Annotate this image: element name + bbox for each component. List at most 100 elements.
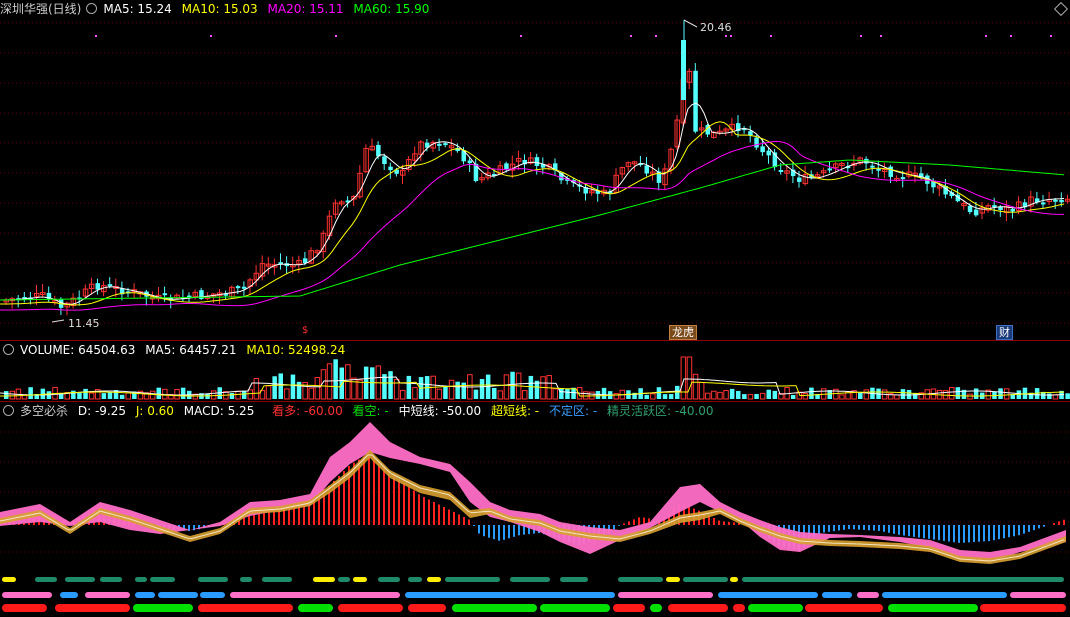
volume-bar-down [900, 389, 906, 399]
candle-down [900, 177, 906, 180]
candle-down [534, 157, 540, 167]
signal-pill [683, 577, 728, 582]
signal-pill [353, 577, 367, 582]
volume-bar-down [601, 387, 607, 399]
indicator-panel[interactable]: 多空必杀 D: -9.25 J: 0.60 MACD: 5.25 看多: -60… [0, 402, 1070, 617]
volume-bar-up [583, 391, 589, 400]
volume-bar-up [149, 390, 156, 400]
volume-bar-up [393, 378, 400, 400]
event-marker-dividend[interactable]: $ [300, 324, 310, 337]
signal-pill [100, 577, 122, 582]
collapse-icon[interactable] [3, 344, 14, 355]
candle-down [870, 165, 875, 168]
candle-down [443, 143, 448, 146]
candle-down [876, 168, 881, 171]
volume-bar-up [265, 385, 272, 400]
volume-bar-down [772, 390, 778, 399]
volume-bar-up [692, 373, 699, 400]
volume-bar-down [455, 381, 460, 399]
collapse-icon[interactable] [86, 3, 98, 14]
signal-dot [770, 35, 772, 37]
volume-bar-down [571, 387, 576, 399]
event-marker-dragon-tiger[interactable]: 龙虎 [669, 325, 697, 340]
volume-bar-down [107, 392, 113, 399]
volume-bar-up [253, 377, 260, 400]
volume-bar-down [742, 394, 747, 399]
indicator-chart[interactable] [0, 402, 1070, 617]
signal-dot [335, 35, 337, 37]
candle-down [241, 286, 247, 289]
signal-pill [650, 604, 662, 612]
signal-pill [338, 604, 403, 612]
candle-down [778, 170, 784, 173]
signal-pill [230, 592, 400, 598]
collapse-icon[interactable] [3, 405, 14, 416]
volume-bar-down [1047, 393, 1052, 399]
signal-pill [35, 577, 57, 582]
signal-pill [980, 604, 1066, 612]
signal-pill [378, 577, 400, 582]
signal-pill [65, 577, 95, 582]
volume-bar-down [736, 390, 741, 399]
volume-bar-down [119, 394, 125, 399]
ma60-value: MA60: 15.90 [353, 2, 430, 16]
candle-down [162, 293, 168, 296]
volume-bar-up [448, 379, 455, 400]
volume-bar-down [71, 390, 76, 399]
volume-bar-down [443, 386, 448, 399]
candle-down [107, 284, 113, 287]
candle-down [766, 150, 771, 156]
volume-bar-up [400, 389, 406, 400]
volume-bar-down [790, 394, 796, 399]
volume-bar-down [290, 374, 296, 399]
volume-bar-up [522, 390, 528, 400]
volume-ma10-value: MA10: 52498.24 [246, 343, 346, 357]
volume-bar-down [565, 388, 570, 399]
volume-bar-down [955, 387, 961, 399]
volume-bar-up [284, 388, 290, 400]
signal-pill [748, 604, 803, 612]
signal-dot [1050, 35, 1052, 37]
signal-pill [2, 604, 47, 612]
volume-bar-up [705, 392, 711, 400]
signal-pill [427, 577, 441, 582]
volume-bar-up [88, 392, 95, 400]
candle-down [967, 205, 973, 213]
signal-pill [405, 592, 615, 598]
signal-pill [718, 592, 818, 598]
event-marker-finance[interactable]: 财 [996, 325, 1013, 340]
indicator-header: 多空必杀 D: -9.25 J: 0.60 MACD: 5.25 看多: -60… [0, 402, 720, 420]
signal-pill [408, 604, 446, 612]
volume-bar-up [680, 356, 687, 400]
volume-bar-down [83, 388, 88, 399]
bear-value: 看空: - [352, 404, 389, 418]
signal-pill [55, 604, 130, 612]
signal-pill [262, 577, 292, 582]
price-panel[interactable]: 深圳华强(日线) MA5: 15.24 MA10: 15.03 MA20: 15.… [0, 0, 1070, 340]
volume-bar-up [1003, 388, 1010, 400]
ma60-line [0, 159, 1065, 301]
j-value: J: 0.60 [135, 404, 174, 418]
ma20-value: MA20: 15.11 [267, 2, 344, 16]
candle-down [1010, 208, 1015, 212]
signal-pill [200, 592, 225, 598]
ma10-line [0, 121, 1065, 306]
signal-pill [822, 592, 852, 598]
candle-down [827, 168, 832, 171]
volume-bar-up [412, 387, 418, 400]
price-chart[interactable] [0, 0, 1070, 340]
mid-value: 中短线: -50.00 [398, 404, 482, 418]
volume-bar-up [9, 390, 16, 400]
volume-bar-down [644, 394, 649, 399]
volume-bar-down [388, 371, 393, 399]
volume-bar-up [210, 390, 217, 400]
signal-pill [135, 577, 147, 582]
volume-bar-up [552, 388, 558, 400]
indicator-title: 多空必杀 [20, 404, 69, 418]
volume-panel[interactable]: VOLUME: 64504.63 MA5: 64457.21 MA10: 524… [0, 341, 1070, 401]
signal-pill [298, 604, 333, 612]
volume-bar-down [492, 387, 497, 399]
signal-pill [510, 577, 550, 582]
volume-bar-up [357, 379, 363, 400]
signal-pill [60, 592, 78, 598]
